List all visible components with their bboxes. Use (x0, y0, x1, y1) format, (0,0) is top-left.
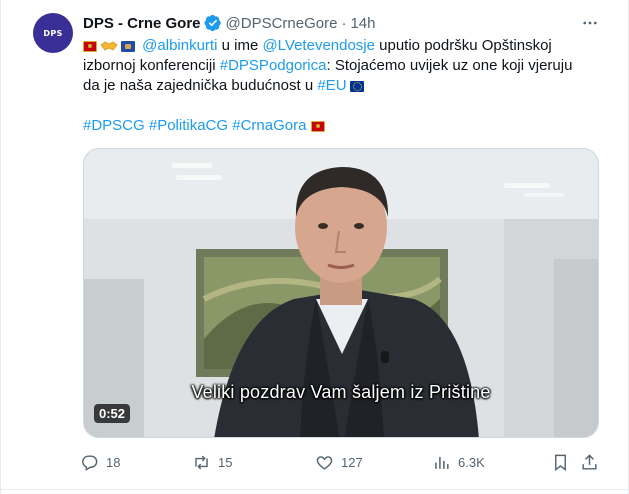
repost-button[interactable]: 15 (192, 451, 232, 473)
author-handle[interactable]: @DPSCrneGore (226, 15, 338, 32)
video-duration: 0:52 (94, 404, 131, 423)
separator-dot: · (341, 14, 347, 32)
mention-lvetevendosje[interactable]: @LVetevendosje (262, 37, 375, 54)
repost-count: 15 (218, 454, 233, 470)
handshake-icon (100, 41, 118, 51)
more-options-icon[interactable] (579, 12, 601, 34)
tweet-line-1: @albinkurti u ime @LVetevendosje uputio … (83, 36, 603, 56)
author-name[interactable]: DPS - Crne Gore (83, 15, 201, 32)
views-button[interactable]: 6.3K (432, 451, 485, 473)
reply-icon (82, 454, 98, 471)
tweet-text-segment: : Stojaćemo uvijek uz one koji vjeruju (326, 57, 573, 74)
tweet-text-segment: da je naša zajednička budućnost u (83, 77, 318, 94)
views-count: 6.3K (458, 454, 485, 470)
bookmark-icon (555, 454, 566, 471)
hashtag-crnagora[interactable]: #CrnaGora (232, 117, 306, 134)
like-count: 127 (341, 454, 363, 470)
verified-badge-icon (204, 14, 222, 32)
tweet-text-segment: uputio podršku Opštinskoj (374, 37, 552, 54)
tweet-actions: 18 15 127 6.3K (80, 451, 600, 473)
reply-button[interactable]: 18 (80, 451, 120, 473)
eu-flag-icon (349, 81, 364, 92)
avatar-logo: DPS (43, 28, 63, 38)
tweet-line-3: da je naša zajednička budućnost u #EU (83, 76, 603, 96)
heart-icon (316, 455, 333, 470)
hashtag-dpscg[interactable]: #DPSCG (83, 117, 145, 134)
views-chart-icon (435, 456, 449, 469)
share-icon (582, 453, 597, 470)
tweet-text: @albinkurti u ime @LVetevendosje uputio … (83, 36, 603, 136)
tweet-text-segment: izbornoj konferenciji (83, 57, 220, 74)
montenegro-flag-icon (83, 41, 97, 52)
reply-count: 18 (106, 454, 121, 470)
hashtag-politikacg[interactable]: #PolitikaCG (149, 117, 228, 134)
video-player[interactable]: Veliki pozdrav Vam šaljem iz Prištine 0:… (83, 148, 599, 438)
repost-icon (195, 455, 208, 469)
hashtag-eu[interactable]: #EU (317, 77, 346, 94)
timestamp[interactable]: 14h (350, 15, 375, 32)
montenegro-flag-icon (310, 121, 325, 132)
divider (1, 489, 628, 490)
avatar[interactable]: DPS (33, 13, 73, 53)
tweet-text-segment: u ime (217, 37, 263, 54)
tweet-header: DPS - Crne Gore @DPSCrneGore · 14h (83, 13, 376, 33)
hashtag-dpspodgorica[interactable]: #DPSPodgorica (220, 57, 327, 74)
video-subtitle: Veliki pozdrav Vam šaljem iz Prištine (191, 382, 491, 402)
mention-albinkurti[interactable]: @albinkurti (142, 37, 217, 54)
like-button[interactable]: 127 (315, 451, 363, 473)
bookmark-button[interactable] (551, 451, 570, 473)
tweet-card[interactable]: DPS DPS - Crne Gore @DPSCrneGore · 14h @… (0, 0, 629, 494)
tweet-hashtags: #DPSCG #PolitikaCG #CrnaGora (83, 116, 603, 136)
tweet-line-2: izbornoj konferenciji #DPSPodgorica: Sto… (83, 56, 603, 76)
share-button[interactable] (580, 451, 599, 473)
kosovo-flag-icon (121, 41, 135, 52)
